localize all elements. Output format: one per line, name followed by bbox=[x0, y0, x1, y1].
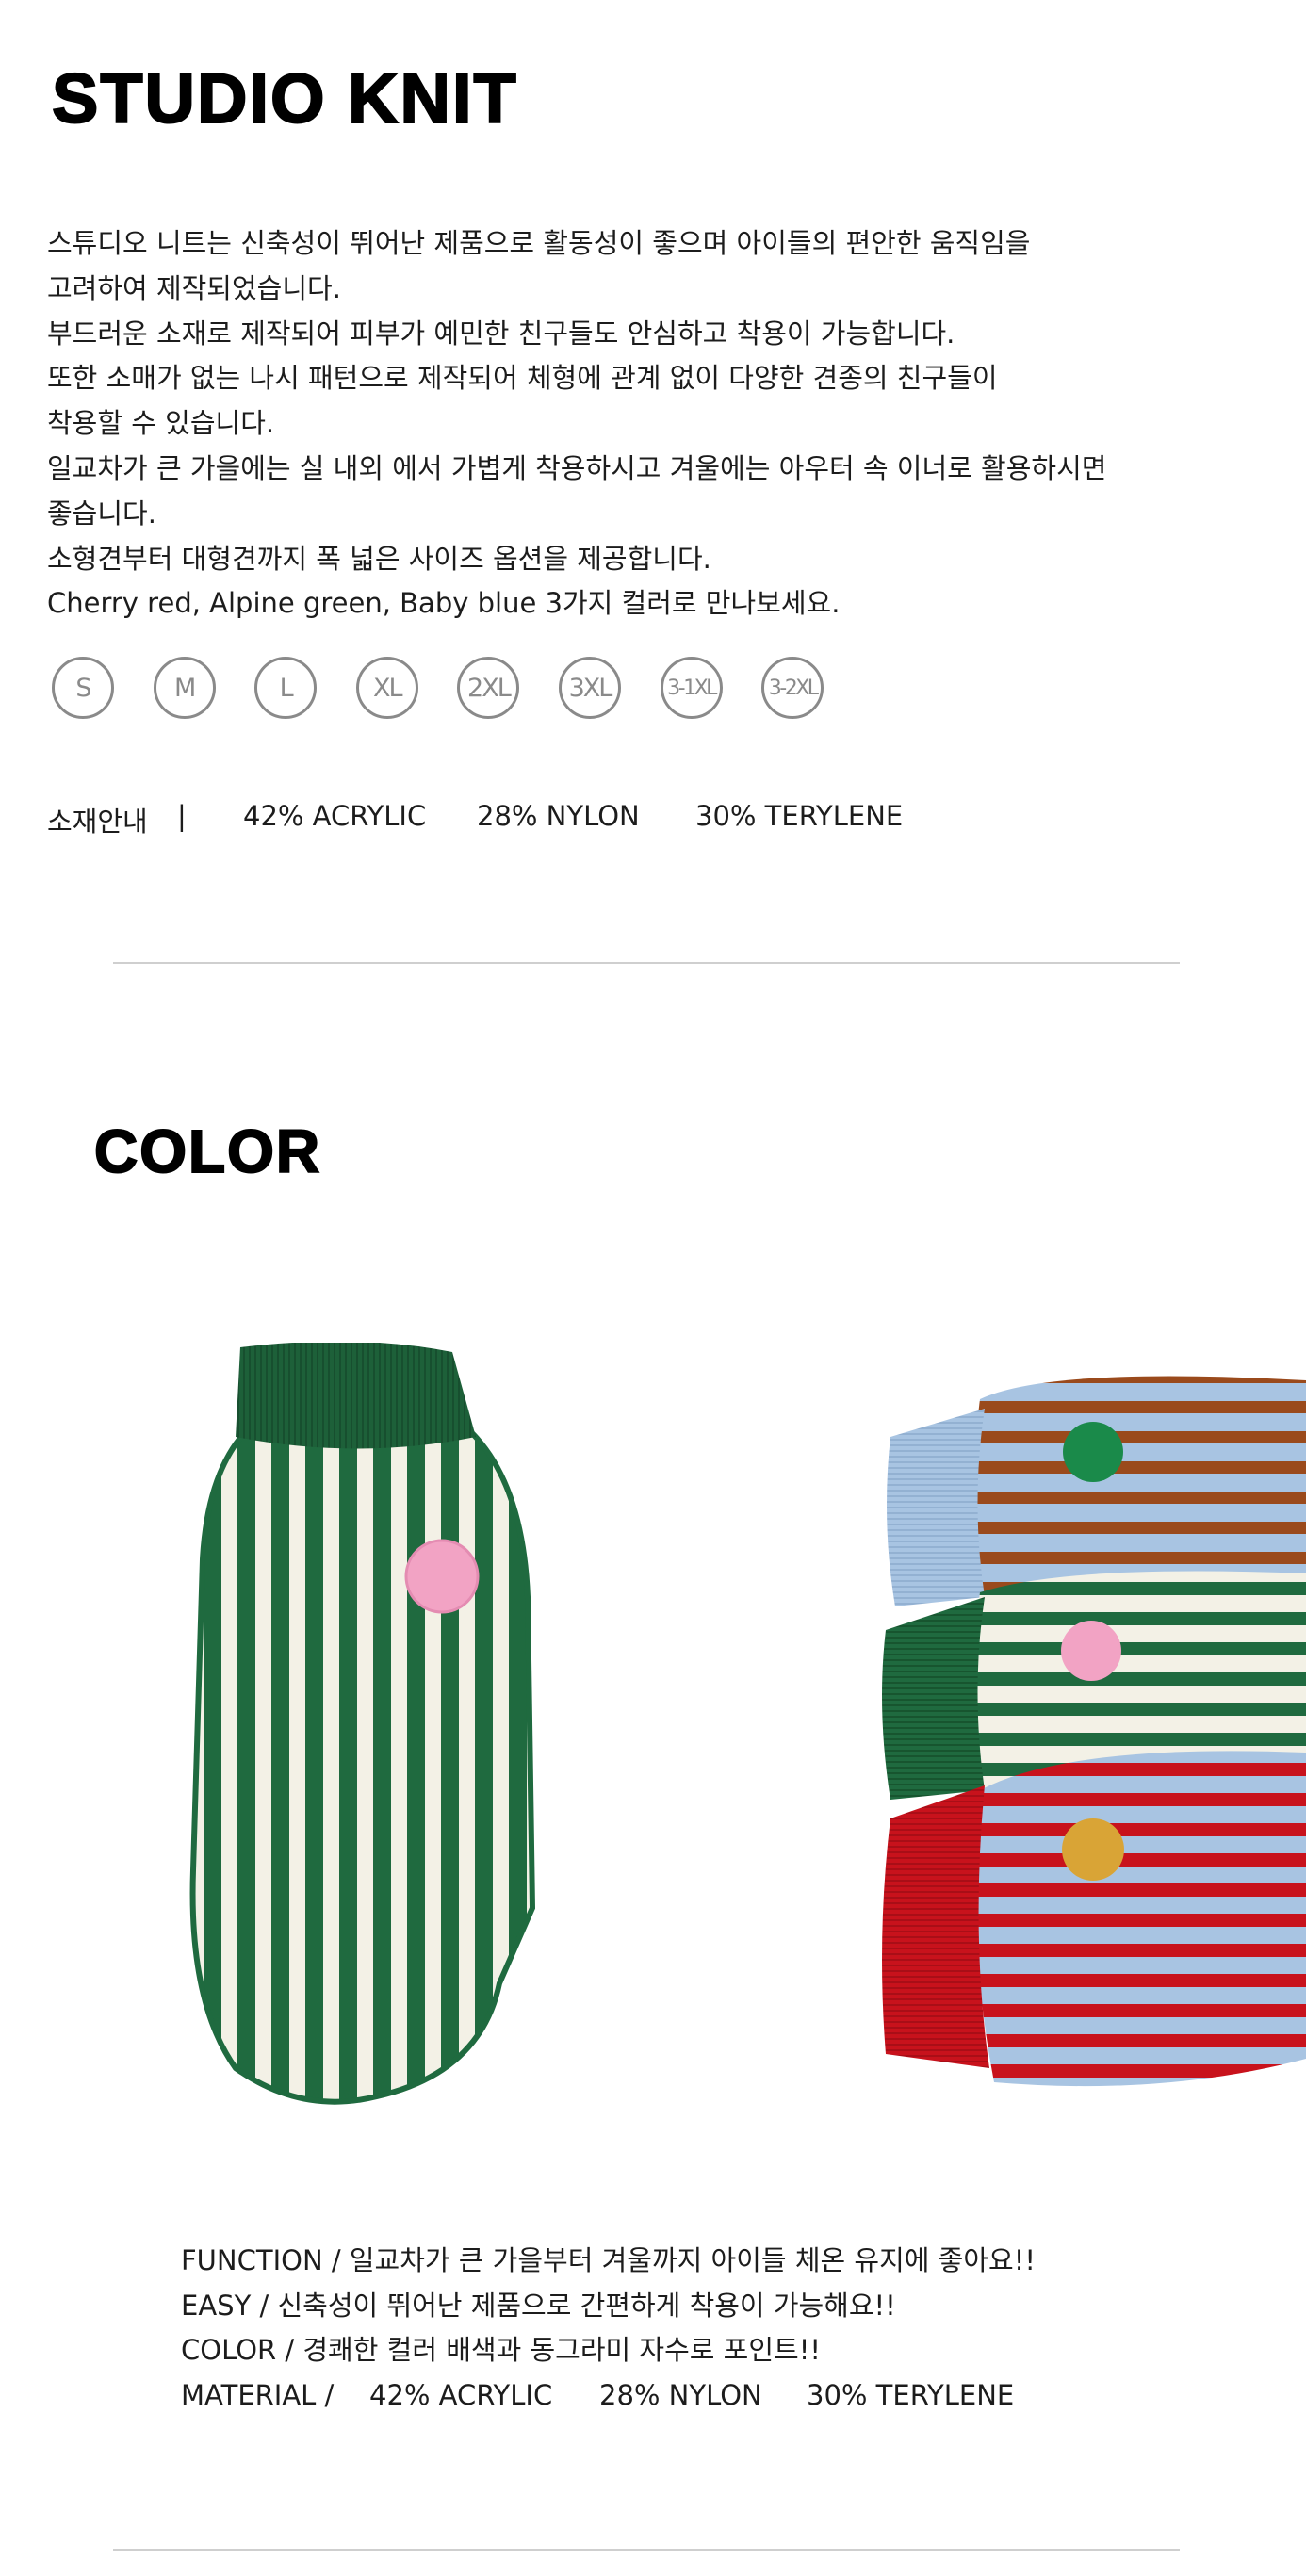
description-line: 착용할 수 있습니다. bbox=[47, 407, 275, 440]
description-line: 부드러운 소재로 제작되어 피부가 예민한 친구들도 안심하고 착용이 가능합니… bbox=[47, 317, 955, 350]
feature-easy: EASY / 신축성이 뛰어난 제품으로 간편하게 착용이 가능해요!! bbox=[181, 2289, 896, 2322]
description-line: 좋습니다. bbox=[47, 497, 156, 530]
feature-material-nylon: 28% NYLON bbox=[599, 2378, 762, 2411]
section-divider bbox=[113, 962, 1180, 964]
feature-function: FUNCTION / 일교차가 큰 가을부터 겨울까지 아이들 체온 유지에 좋… bbox=[181, 2244, 1036, 2276]
size-badge-2xl: 2XL bbox=[457, 657, 520, 719]
page-title: STUDIO KNIT bbox=[51, 59, 518, 138]
feature-list: FUNCTION / 일교차가 큰 가을부터 겨울까지 아이들 체온 유지에 좋… bbox=[181, 2239, 1036, 2418]
feature-material-acrylic: 42% ACRYLIC bbox=[369, 2378, 553, 2411]
material-nylon: 28% NYLON bbox=[477, 800, 640, 832]
size-badge-3-1xl: 3-1XL bbox=[660, 657, 723, 719]
feature-material-terylene: 30% TERYLENE bbox=[807, 2378, 1015, 2411]
material-label: 소재안내 bbox=[47, 806, 148, 838]
size-options: S M L XL 2XL 3XL 3-1XL 3-2XL bbox=[52, 657, 863, 719]
description-line: 고려하여 제작되었습니다. bbox=[47, 271, 341, 304]
feature-color: COLOR / 경쾌한 컬러 배색과 동그라미 자수로 포인트!! bbox=[181, 2334, 821, 2367]
size-badge-s: S bbox=[52, 657, 114, 719]
description-line: 소형견부터 대형견까지 폭 넓은 사이즈 옵션을 제공합니다. bbox=[47, 542, 711, 575]
color-section-title: COLOR bbox=[93, 1117, 322, 1185]
size-badge-l: L bbox=[254, 657, 318, 719]
green-striped-knit-image bbox=[189, 1343, 536, 2105]
size-badge-m: M bbox=[153, 657, 216, 719]
size-badge-xl: XL bbox=[355, 657, 418, 719]
material-terylene: 30% TERYLENE bbox=[695, 800, 904, 832]
description-line: 일교차가 큰 가을에는 실 내외 에서 가볍게 착용하시고 겨울에는 아우터 속… bbox=[47, 451, 1107, 484]
section-divider bbox=[113, 2549, 1180, 2551]
stacked-knits-image bbox=[882, 1376, 1306, 2087]
material-acrylic: 42% ACRYLIC bbox=[243, 800, 427, 832]
feature-material-label: MATERIAL / bbox=[181, 2378, 335, 2411]
size-badge-3-2xl: 3-2XL bbox=[761, 657, 824, 719]
feature-material: MATERIAL / 42% ACRYLIC 28% NYLON 30% TER… bbox=[181, 2373, 1036, 2419]
description-line: 또한 소매가 없는 나시 패턴으로 제작되어 체형에 관계 없이 다양한 견종의… bbox=[47, 362, 998, 395]
size-badge-3xl: 3XL bbox=[558, 657, 621, 719]
material-separator: | bbox=[177, 800, 187, 832]
description-line: Cherry red, Alpine green, Baby blue 3가지 … bbox=[47, 587, 841, 620]
product-description: 스튜디오 니트는 신축성이 뛰어난 제품으로 활동성이 좋으며 아이들의 편안한… bbox=[47, 221, 1216, 627]
description-line: 스튜디오 니트는 신축성이 뛰어난 제품으로 활동성이 좋으며 아이들의 편안한… bbox=[47, 227, 1031, 259]
